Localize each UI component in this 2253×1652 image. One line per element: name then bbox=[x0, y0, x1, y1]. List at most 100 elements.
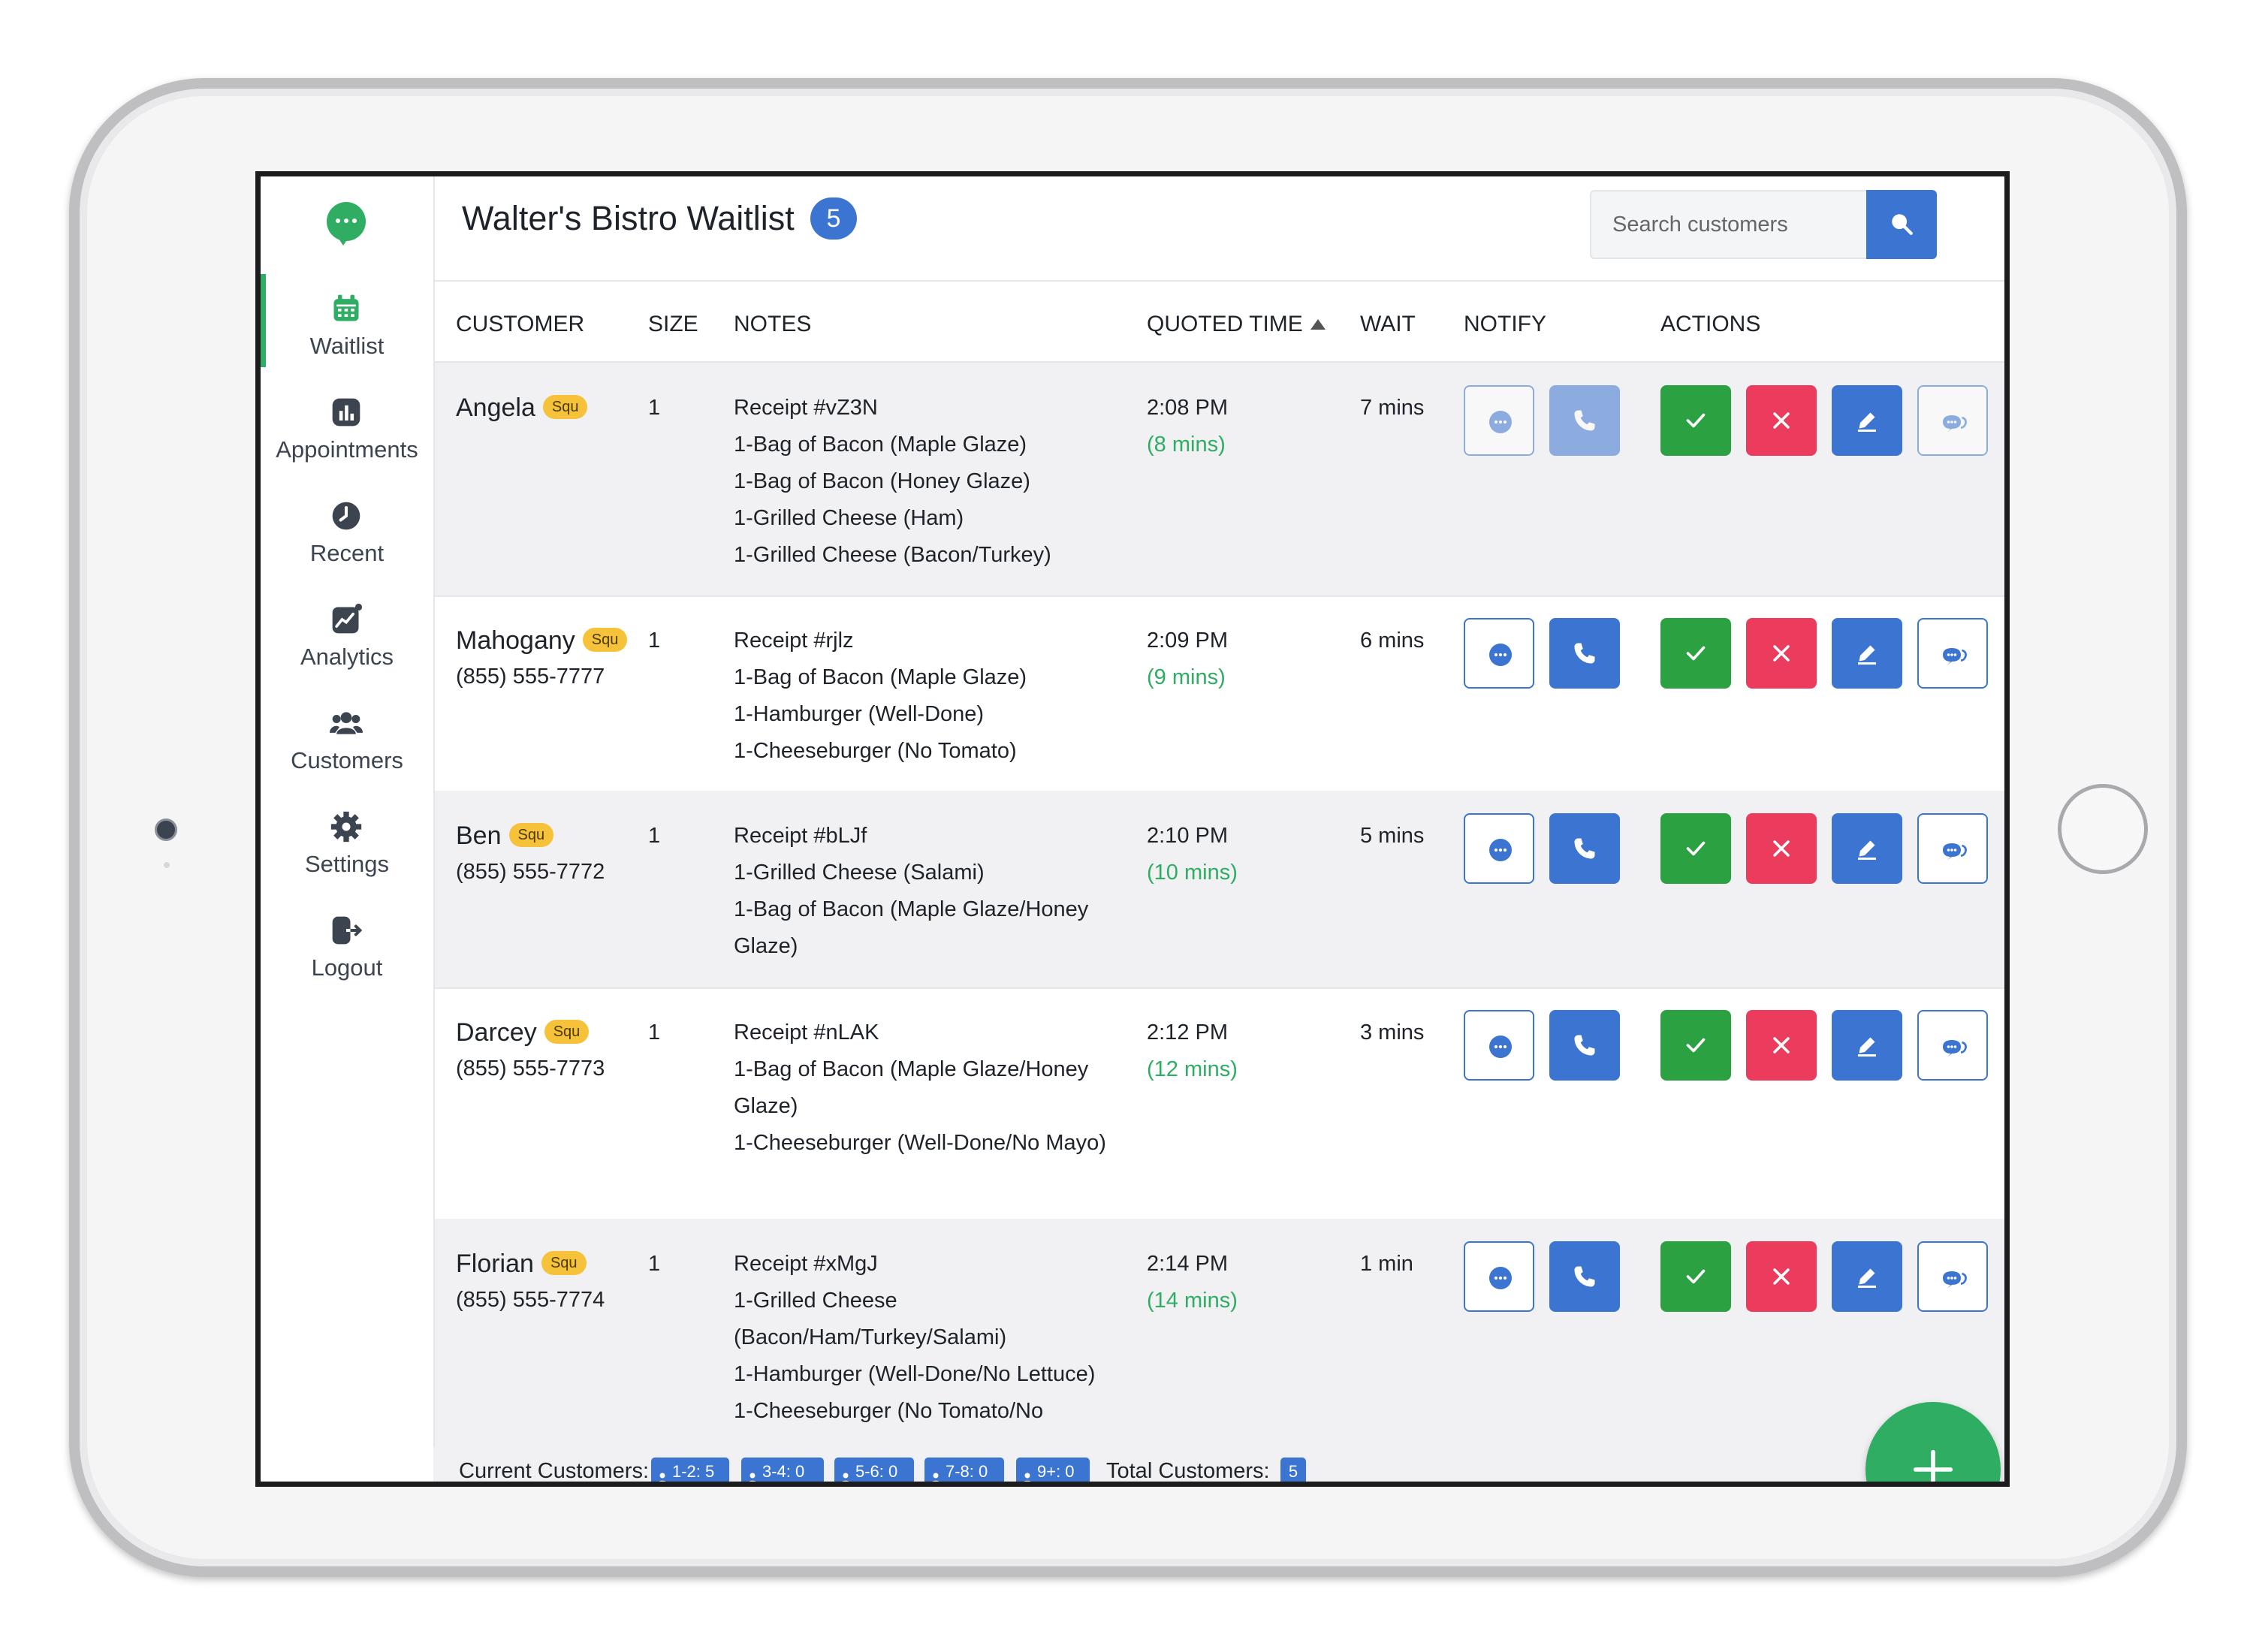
sidebar-item-customers[interactable]: Customers bbox=[261, 696, 433, 786]
table-row[interactable]: Angela Squ 1 Receipt #vZ3N 1-Bag of Bacon … bbox=[435, 363, 2004, 597]
remove-customer-button[interactable] bbox=[1746, 813, 1817, 884]
main-panel: Walter's Bistro Waitlist 5 CUSTOMER SIZE… bbox=[433, 176, 2004, 1482]
sidebar-item-appointments[interactable]: Appointments bbox=[261, 385, 433, 475]
table-row[interactable]: Ben Squ (855) 555-7772 1 Receipt #bLJf 1-G… bbox=[435, 791, 2004, 989]
chat-logo-icon bbox=[327, 202, 366, 246]
call-button[interactable] bbox=[1549, 1010, 1620, 1081]
chat-bubble-icon bbox=[1489, 644, 1512, 666]
phone-icon bbox=[1574, 643, 1595, 664]
column-header-size[interactable]: SIZE bbox=[648, 312, 698, 337]
seat-customer-button[interactable] bbox=[1660, 385, 1731, 456]
edit-customer-button[interactable] bbox=[1832, 813, 1902, 884]
call-button[interactable] bbox=[1549, 618, 1620, 689]
chat-history-button[interactable] bbox=[1917, 1010, 1988, 1081]
search-button[interactable] bbox=[1866, 190, 1937, 259]
phone-icon bbox=[1574, 1035, 1595, 1056]
edit-customer-button[interactable] bbox=[1832, 385, 1902, 456]
remove-customer-button[interactable] bbox=[1746, 1241, 1817, 1312]
remove-customer-button[interactable] bbox=[1746, 1010, 1817, 1081]
note-line: 1-Grilled Cheese (Bacon/Ham/Turkey/Salam… bbox=[734, 1289, 1007, 1349]
seat-customer-button[interactable] bbox=[1660, 813, 1731, 884]
order-notes: Receipt #nLAK 1-Bag of Bacon (Maple Glaze… bbox=[734, 1014, 1124, 1162]
sidebar-item-waitlist[interactable]: Waitlist bbox=[261, 274, 433, 372]
customer-phone: (855) 555-7772 bbox=[456, 860, 605, 884]
wait-time: 1 min bbox=[1360, 1252, 1413, 1276]
remove-customer-button[interactable] bbox=[1746, 618, 1817, 689]
table-row[interactable]: Florian Squ (855) 555-7774 1 Receipt #xMg… bbox=[435, 1219, 2004, 1461]
send-sms-button[interactable] bbox=[1464, 1241, 1534, 1312]
send-sms-button[interactable] bbox=[1464, 385, 1534, 456]
trend-chart-icon bbox=[332, 603, 363, 634]
edit-customer-button[interactable] bbox=[1832, 1010, 1902, 1081]
person-icon bbox=[840, 1465, 851, 1482]
party-size-5-6-badge: 5-6: 0 bbox=[834, 1458, 914, 1482]
seat-customer-button[interactable] bbox=[1660, 1010, 1731, 1081]
customer-name: Ben bbox=[456, 821, 502, 850]
sort-ascending-icon bbox=[1310, 319, 1326, 330]
sidebar-item-label: Settings bbox=[304, 851, 389, 877]
close-icon bbox=[1773, 1268, 1790, 1285]
table-row[interactable]: Mahogany Squ (855) 555-7777 1 Receipt #rj… bbox=[435, 595, 2004, 792]
camera-icon bbox=[155, 818, 177, 841]
close-icon bbox=[1773, 840, 1790, 857]
send-sms-button[interactable] bbox=[1464, 813, 1534, 884]
chat-history-button[interactable] bbox=[1917, 618, 1988, 689]
note-line: 1-Bag of Bacon (Maple Glaze) bbox=[734, 665, 1027, 689]
edit-pencil-icon bbox=[1858, 1037, 1876, 1057]
current-customers-label: Current Customers: bbox=[459, 1459, 650, 1483]
seat-customer-button[interactable] bbox=[1660, 1241, 1731, 1312]
chat-history-button[interactable] bbox=[1917, 385, 1988, 456]
chat-history-button[interactable] bbox=[1917, 813, 1988, 884]
wait-time: 6 mins bbox=[1360, 629, 1425, 653]
remove-customer-button[interactable] bbox=[1746, 385, 1817, 456]
quoted-minutes: (10 mins) bbox=[1147, 861, 1238, 885]
quoted-minutes: (14 mins) bbox=[1147, 1289, 1238, 1313]
edit-pencil-icon bbox=[1858, 840, 1876, 860]
edit-customer-button[interactable] bbox=[1832, 1241, 1902, 1312]
call-button[interactable] bbox=[1549, 385, 1620, 456]
total-customers-badge: 5 bbox=[1280, 1458, 1306, 1482]
customer-name: Florian bbox=[456, 1250, 534, 1278]
column-header-customer[interactable]: CUSTOMER bbox=[456, 312, 584, 337]
conversation-icon bbox=[1943, 1040, 1967, 1057]
order-notes: Receipt #bLJf 1-Grilled Cheese (Salami) 1-… bbox=[734, 818, 1124, 965]
column-header-quoted-time[interactable]: QUOTED TIME bbox=[1147, 312, 1326, 337]
call-button[interactable] bbox=[1549, 1241, 1620, 1312]
column-header-wait[interactable]: WAIT bbox=[1360, 312, 1416, 337]
page-title: Walter's Bistro Waitlist bbox=[462, 199, 795, 237]
badge-text: 7-8: 0 bbox=[946, 1462, 988, 1481]
party-size-1-2-badge: 1-2: 5 bbox=[651, 1458, 729, 1482]
column-header-actions: ACTIONS bbox=[1660, 312, 1761, 336]
chat-bubble-icon bbox=[1489, 839, 1512, 861]
edit-customer-button[interactable] bbox=[1832, 618, 1902, 689]
call-button[interactable] bbox=[1549, 813, 1620, 884]
page-header: Walter's Bistro Waitlist 5 bbox=[435, 176, 2004, 282]
column-header-notes[interactable]: NOTES bbox=[734, 312, 811, 337]
sidebar-item-label: Waitlist bbox=[309, 333, 385, 359]
quoted-time: 2:12 PM bbox=[1147, 1020, 1228, 1045]
quoted-minutes: (9 mins) bbox=[1147, 665, 1226, 689]
sidebar-item-recent[interactable]: Recent bbox=[261, 489, 433, 579]
note-line: 1-Grilled Cheese (Bacon/Turkey) bbox=[734, 543, 1051, 567]
party-size-9-plus-badge: 9+: 0 bbox=[1016, 1458, 1090, 1482]
send-sms-button[interactable] bbox=[1464, 1010, 1534, 1081]
table-row[interactable]: Darcey Squ (855) 555-7773 1 Receipt #nLAK… bbox=[435, 987, 2004, 1220]
sidebar-item-logout[interactable]: Logout bbox=[261, 903, 433, 993]
chat-history-button[interactable] bbox=[1917, 1241, 1988, 1312]
party-size: 1 bbox=[648, 1020, 661, 1045]
logout-icon bbox=[332, 916, 363, 945]
person-icon bbox=[930, 1465, 941, 1482]
send-sms-button[interactable] bbox=[1464, 618, 1534, 689]
search-input[interactable] bbox=[1590, 190, 1866, 259]
edit-pencil-icon bbox=[1858, 412, 1876, 432]
app-screen: Waitlist Appointments Recent Analytics C… bbox=[255, 171, 2010, 1487]
note-line: Receipt #nLAK bbox=[734, 1020, 879, 1045]
home-button[interactable] bbox=[2058, 784, 2148, 874]
seat-customer-button[interactable] bbox=[1660, 618, 1731, 689]
table-header: CUSTOMER SIZE NOTES QUOTED TIME WAIT NOT… bbox=[435, 282, 2004, 363]
badge-text: 3-4: 0 bbox=[762, 1462, 805, 1481]
edit-pencil-icon bbox=[1858, 645, 1876, 665]
sidebar-item-settings[interactable]: Settings bbox=[261, 800, 433, 890]
phone-icon bbox=[1574, 838, 1595, 859]
sidebar-item-analytics[interactable]: Analytics bbox=[261, 592, 433, 683]
